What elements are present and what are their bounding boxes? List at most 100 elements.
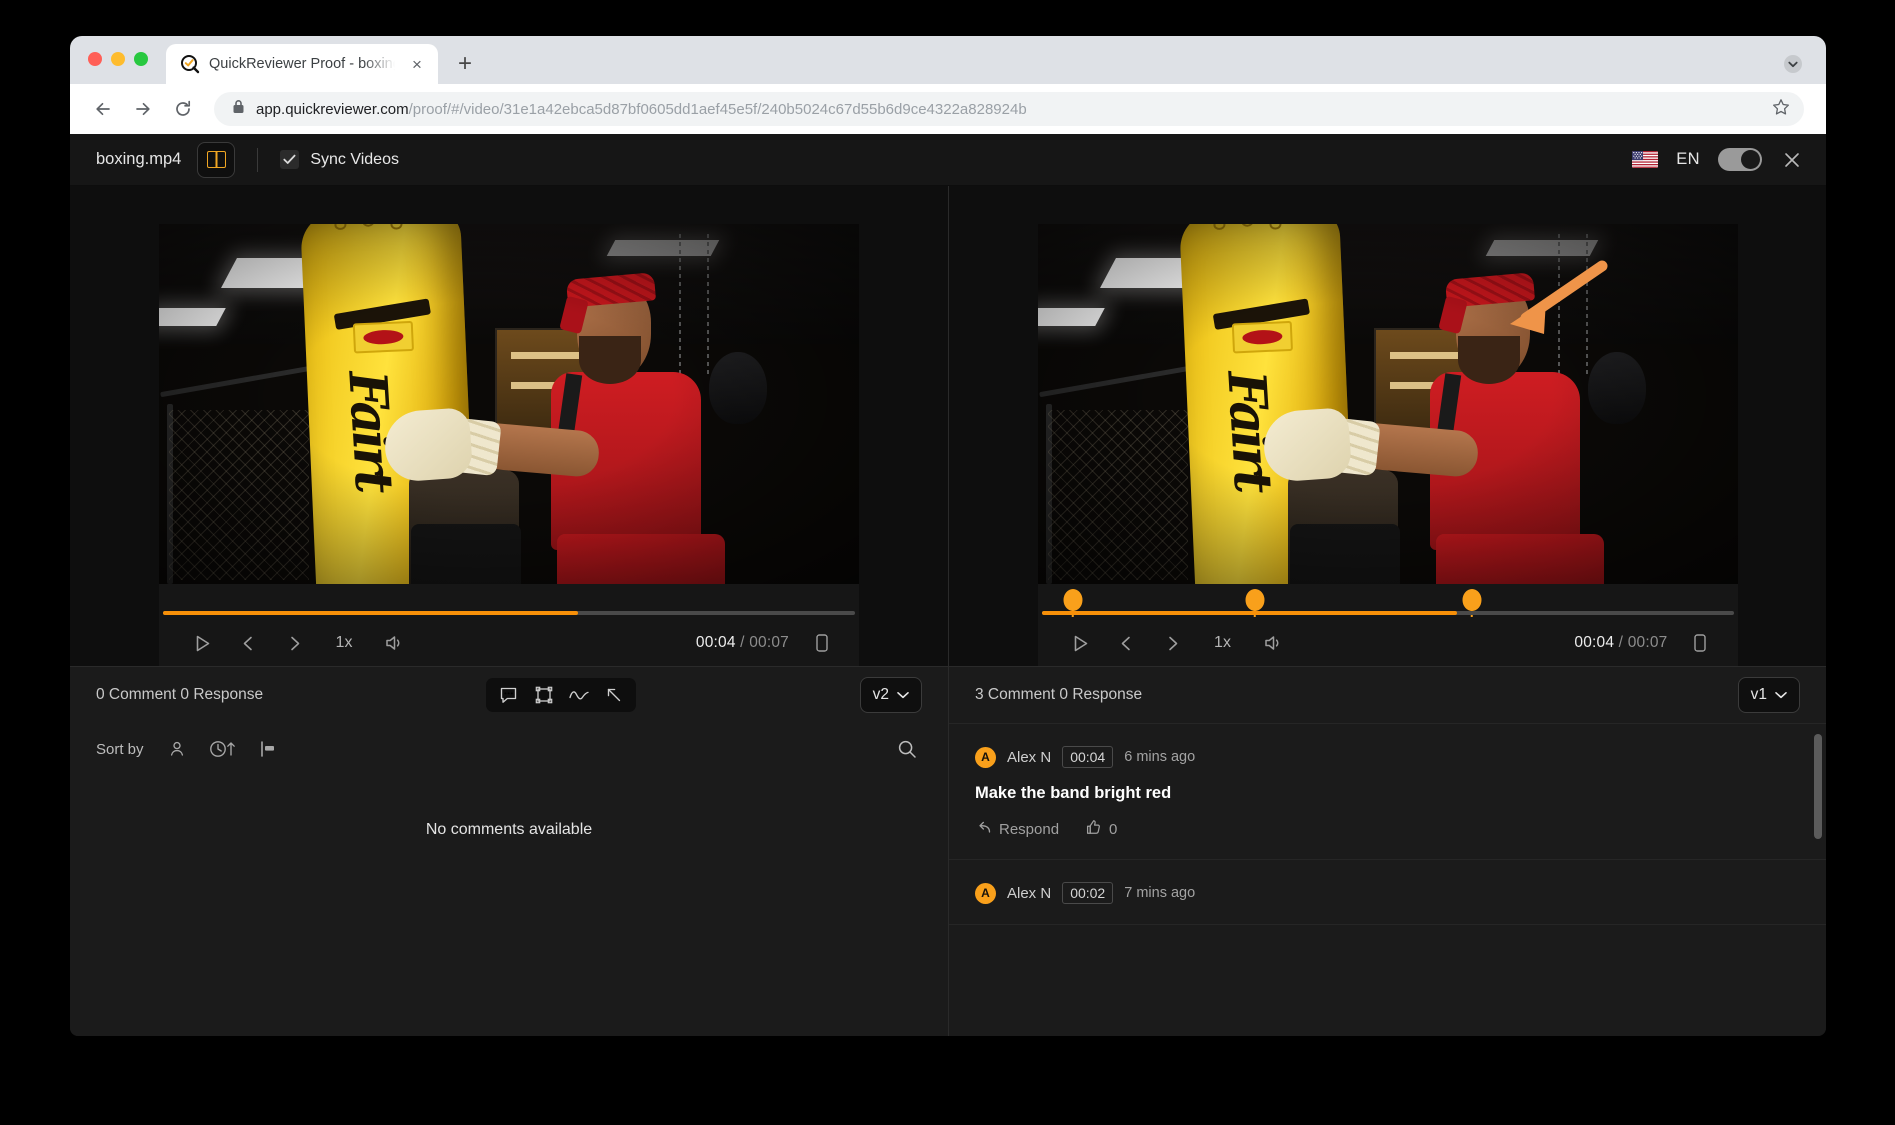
maximize-window-button[interactable] <box>134 52 148 66</box>
comments-panel-right: 3 Comment 0 Response v1 A Ale <box>949 666 1826 1036</box>
current-time-right: 00:04 <box>1574 634 1614 651</box>
playback-speed-button-right[interactable]: 1x <box>1196 626 1250 660</box>
comment-count-right: 3 Comment 0 Response <box>975 686 1142 704</box>
new-tab-button[interactable]: + <box>448 47 482 81</box>
tab-list-chevron-icon[interactable] <box>1780 51 1806 77</box>
flag-sort-icon[interactable] <box>254 735 284 763</box>
video-content-right: Fairt <box>1038 224 1738 584</box>
scrubber-track-left[interactable] <box>163 611 855 615</box>
version-selector-right[interactable]: v1 <box>1738 677 1800 713</box>
scrubber-track-right[interactable] <box>1042 611 1734 615</box>
comment-meta: A Alex N 00:02 7 mins ago <box>975 882 1796 904</box>
version-label-right: v1 <box>1751 686 1767 704</box>
list-item[interactable]: A Alex N 00:04 6 mins ago Make the band … <box>949 724 1826 860</box>
annotation-toolbar <box>486 678 636 712</box>
split-view-icon[interactable] <box>197 142 235 178</box>
comment-list[interactable]: A Alex N 00:04 6 mins ago Make the band … <box>949 723 1826 1036</box>
comment-tool-icon[interactable] <box>492 680 525 710</box>
sort-row-left: Sort by <box>70 723 948 775</box>
us-flag-icon <box>1632 151 1658 168</box>
respond-label: Respond <box>999 821 1059 838</box>
browser-nav-bar: app.quickreviewer.com/proof/#/video/31e1… <box>70 84 1826 134</box>
comment-author: Alex N <box>1007 885 1051 902</box>
browser-window: QuickReviewer Proof - boxing.mp4 × + app… <box>70 36 1826 1036</box>
language-toggle-switch[interactable] <box>1718 148 1762 171</box>
comment-marker[interactable] <box>1245 589 1264 611</box>
forward-button[interactable] <box>126 92 160 126</box>
video-stage-left: Fairt <box>70 186 948 666</box>
address-bar[interactable]: app.quickreviewer.com/proof/#/video/31e1… <box>214 92 1804 126</box>
person-sort-icon[interactable] <box>162 735 192 763</box>
sync-videos-checkbox[interactable]: Sync Videos <box>280 150 399 169</box>
address-bar-url: app.quickreviewer.com/proof/#/video/31e1… <box>256 101 1761 118</box>
reload-button[interactable] <box>166 92 200 126</box>
total-time-left: 00:07 <box>749 634 789 651</box>
freehand-tool-icon[interactable] <box>562 680 595 710</box>
comment-marker[interactable] <box>1462 589 1481 611</box>
copy-timecode-icon-left[interactable] <box>799 626 843 660</box>
like-count: 0 <box>1109 821 1117 838</box>
clock-ascending-sort-icon[interactable] <box>202 735 244 763</box>
comments-empty-state-left: No comments available <box>70 775 948 1036</box>
comment-marker[interactable] <box>1063 589 1082 611</box>
comment-list-scrollbar[interactable] <box>1814 734 1822 839</box>
time-readout-right: 00:04 / 00:07 <box>1574 634 1667 652</box>
video-content-left: Fairt <box>159 224 859 584</box>
app-toolbar: boxing.mp4 Sync Videos <box>70 134 1826 186</box>
language-code-label: EN <box>1676 150 1700 169</box>
comment-timecode[interactable]: 00:02 <box>1062 882 1113 904</box>
copy-timecode-icon-right[interactable] <box>1678 626 1722 660</box>
close-icon[interactable] <box>1780 148 1804 172</box>
video-frame-left[interactable]: Fairt <box>159 224 859 584</box>
close-tab-button[interactable]: × <box>406 53 428 75</box>
comment-timecode[interactable]: 00:04 <box>1062 746 1113 768</box>
thumbs-up-icon <box>1085 819 1101 839</box>
sync-videos-checkbox-box[interactable] <box>280 150 299 169</box>
respond-button[interactable]: Respond <box>975 821 1059 838</box>
orange-arrow-annotation[interactable] <box>1490 260 1610 352</box>
split-workspace: Fairt <box>70 186 1826 1036</box>
minimize-window-button[interactable] <box>111 52 125 66</box>
comment-meta: A Alex N 00:04 6 mins ago <box>975 746 1796 768</box>
playback-speed-button-left[interactable]: 1x <box>317 626 371 660</box>
comment-text: Make the band bright red <box>975 784 1796 803</box>
close-window-button[interactable] <box>88 52 102 66</box>
volume-icon-left[interactable] <box>371 626 417 660</box>
volume-icon-right[interactable] <box>1250 626 1296 660</box>
scrubber-right[interactable] <box>1038 584 1738 620</box>
comment-author: Alex N <box>1007 749 1051 766</box>
control-row-right: 1x 00:04 / 00:07 <box>1038 620 1738 666</box>
current-time-left: 00:04 <box>696 634 736 651</box>
play-button-right[interactable] <box>1058 626 1104 660</box>
list-item[interactable]: A Alex N 00:02 7 mins ago <box>949 860 1826 925</box>
comments-header-right: 3 Comment 0 Response v1 <box>949 667 1826 723</box>
version-selector-left[interactable]: v2 <box>860 677 922 713</box>
previous-frame-button-right[interactable] <box>1104 626 1150 660</box>
previous-frame-button-left[interactable] <box>225 626 271 660</box>
quickreviewer-app: boxing.mp4 Sync Videos <box>70 134 1826 1036</box>
video-frame-right[interactable]: Fairt <box>1038 224 1738 584</box>
version-label-left: v2 <box>873 686 889 704</box>
scrubber-left[interactable] <box>159 584 859 620</box>
url-domain: app.quickreviewer.com <box>256 101 409 118</box>
like-button[interactable]: 0 <box>1085 819 1117 839</box>
back-button[interactable] <box>86 92 120 126</box>
pane-right: Fairt <box>948 186 1826 1036</box>
next-frame-button-right[interactable] <box>1150 626 1196 660</box>
rectangle-tool-icon[interactable] <box>527 680 560 710</box>
player-controls-right: 1x 00:04 / 00:07 <box>1038 584 1738 666</box>
play-button-left[interactable] <box>179 626 225 660</box>
comment-age: 7 mins ago <box>1124 885 1195 901</box>
next-frame-button-left[interactable] <box>271 626 317 660</box>
sync-videos-label: Sync Videos <box>310 151 399 169</box>
bookmark-star-icon[interactable] <box>1772 98 1790 121</box>
sort-by-label: Sort by <box>96 741 144 758</box>
avatar: A <box>975 747 996 768</box>
reply-arrow-icon <box>975 821 991 838</box>
browser-tab[interactable]: QuickReviewer Proof - boxing.mp4 × <box>166 44 438 84</box>
url-path: /proof/#/video/31e1a42ebca5d87bf0605dd1a… <box>409 101 1027 118</box>
chevron-down-icon <box>1775 686 1787 704</box>
arrow-tool-icon[interactable] <box>597 680 630 710</box>
search-icon[interactable] <box>892 735 922 763</box>
secure-lock-icon <box>232 99 245 119</box>
